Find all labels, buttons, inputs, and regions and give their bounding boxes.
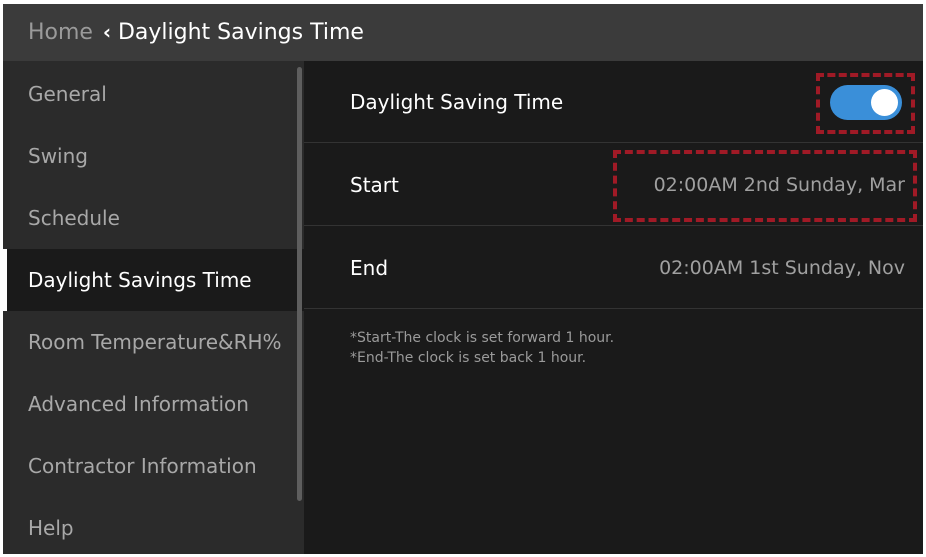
sidebar-item-advanced-information[interactable]: Advanced Information (3, 373, 304, 435)
sidebar-item-label: Room Temperature&RH% (28, 330, 282, 354)
end-value[interactable]: 02:00AM 1st Sunday, Nov (659, 227, 905, 309)
note-end: *End-The clock is set back 1 hour. (350, 350, 587, 366)
start-label: Start (350, 173, 399, 197)
main-panel: Daylight Saving Time Start 02:00AM 2nd S… (304, 61, 923, 554)
sidebar-item-label: Schedule (28, 206, 120, 230)
sidebar-item-label: Contractor Information (28, 454, 257, 478)
sidebar-item-room-temperature[interactable]: Room Temperature&RH% (3, 311, 304, 373)
sidebar-item-label: Help (28, 516, 74, 540)
dst-notes: *Start-The clock is set forward 1 hour. … (350, 328, 614, 368)
sidebar-scrollbar[interactable] (297, 67, 302, 501)
end-row[interactable]: End 02:00AM 1st Sunday, Nov (304, 227, 923, 309)
header-bar: Home ‹ Daylight Savings Time (3, 4, 923, 61)
sidebar-item-daylight-savings-time[interactable]: Daylight Savings Time (3, 249, 304, 311)
sidebar-item-contractor-information[interactable]: Contractor Information (3, 435, 304, 497)
sidebar-item-general[interactable]: General (3, 63, 304, 125)
sidebar-item-help[interactable]: Help (3, 497, 304, 554)
screen: Home ‹ Daylight Savings Time General Swi… (3, 4, 923, 554)
dst-row: Daylight Saving Time (304, 61, 923, 143)
sidebar-item-label: Swing (28, 144, 88, 168)
toggle-knob (871, 89, 898, 116)
end-label: End (350, 256, 389, 280)
dst-label: Daylight Saving Time (350, 90, 564, 114)
start-row[interactable]: Start 02:00AM 2nd Sunday, Mar (304, 144, 923, 226)
sidebar-item-label: Daylight Savings Time (28, 268, 252, 292)
back-chevron-icon[interactable]: ‹ (97, 20, 117, 44)
page-title: Daylight Savings Time (117, 20, 364, 45)
start-value[interactable]: 02:00AM 2nd Sunday, Mar (654, 144, 905, 226)
sidebar-item-label: General (28, 82, 107, 106)
sidebar-item-label: Advanced Information (28, 392, 249, 416)
sidebar-item-schedule[interactable]: Schedule (3, 187, 304, 249)
sidebar: General Swing Schedule Daylight Savings … (3, 61, 304, 554)
dst-toggle[interactable] (830, 85, 902, 120)
note-start: *Start-The clock is set forward 1 hour. (350, 330, 615, 346)
sidebar-item-swing[interactable]: Swing (3, 125, 304, 187)
breadcrumb-home[interactable]: Home (28, 20, 93, 45)
